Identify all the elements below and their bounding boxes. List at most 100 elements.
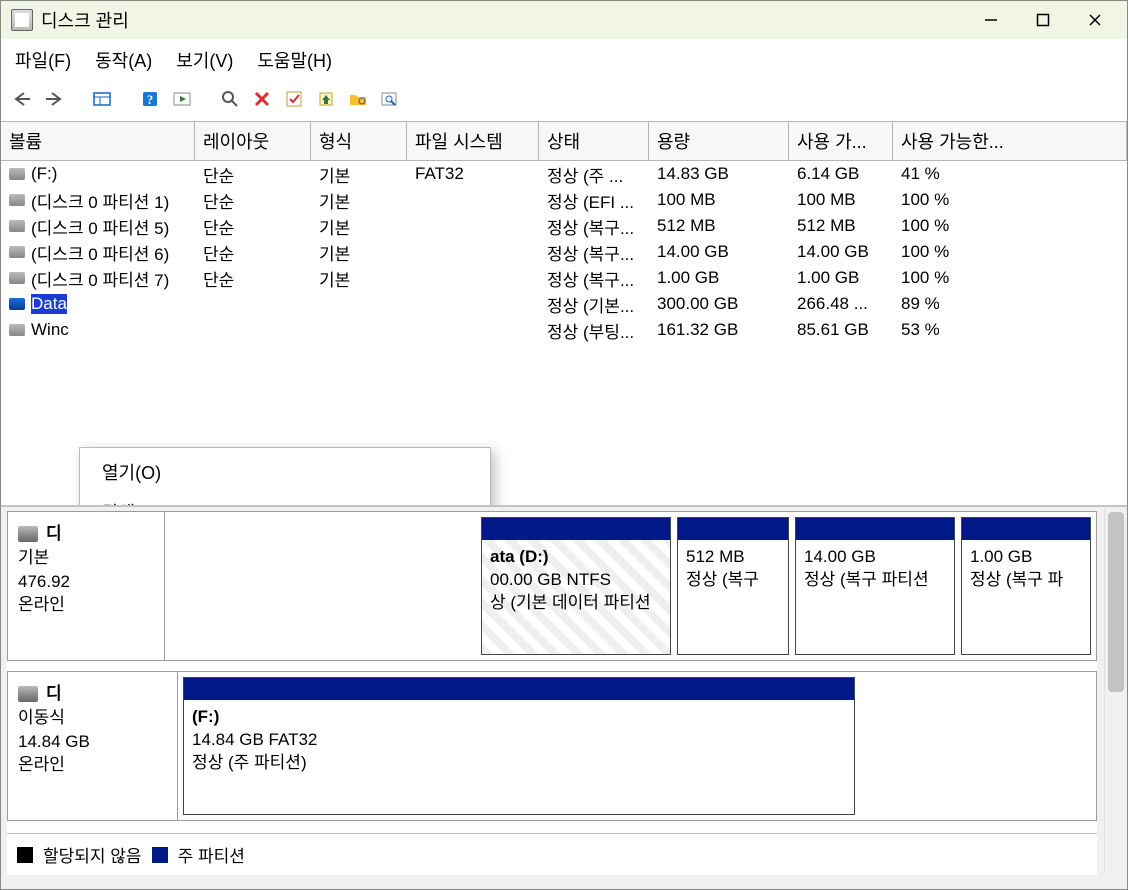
volume-free: 85.61 GB <box>789 320 893 340</box>
volume-row[interactable]: (디스크 0 파티션 7)단순기본정상 (복구...1.00 GB1.00 GB… <box>1 265 1127 291</box>
col-status[interactable]: 상태 <box>539 122 649 160</box>
partition-status: 정상 (복구 파티션 <box>804 569 946 592</box>
volume-type: 기본 <box>311 162 407 187</box>
zoom-icon[interactable] <box>377 86 403 112</box>
disk-1-type: 이동식 <box>18 706 167 730</box>
search-icon[interactable] <box>217 86 243 112</box>
volume-name: (F:) <box>31 164 57 184</box>
volume-status: 정상 (기본... <box>539 292 649 317</box>
partition-box[interactable]: 14.00 GB정상 (복구 파티션 <box>795 517 955 655</box>
back-icon[interactable] <box>9 86 35 112</box>
disk-0-type: 기본 <box>18 546 154 570</box>
drive-icon <box>9 272 25 284</box>
check-icon[interactable] <box>281 86 307 112</box>
volume-row[interactable]: Data정상 (기본...300.00 GB266.48 ...89 % <box>1 291 1127 317</box>
volume-type: 기본 <box>311 214 407 239</box>
partition-size: 512 MB <box>686 546 780 569</box>
volume-pct: 53 % <box>893 320 1127 340</box>
col-type[interactable]: 형식 <box>311 122 407 160</box>
col-volume[interactable]: 볼륨 <box>1 122 195 160</box>
disk-icon <box>18 686 38 702</box>
up-icon[interactable] <box>313 86 339 112</box>
volume-layout: 단순 <box>195 214 311 239</box>
disk-0-size: 476.92 <box>18 570 154 594</box>
vertical-scrollbar[interactable] <box>1104 508 1126 874</box>
volume-capacity: 161.32 GB <box>649 320 789 340</box>
folder-search-icon[interactable] <box>345 86 371 112</box>
volume-row[interactable]: (디스크 0 파티션 6)단순기본정상 (복구...14.00 GB14.00 … <box>1 239 1127 265</box>
volume-type: 기본 <box>311 266 407 291</box>
col-layout[interactable]: 레이아웃 <box>195 122 311 160</box>
volume-fs: FAT32 <box>407 164 539 184</box>
disk-1-size: 14.84 GB <box>18 730 167 754</box>
disk-1-header: 디 <box>46 682 62 706</box>
svg-text:?: ? <box>147 92 154 107</box>
volume-capacity: 14.83 GB <box>649 164 789 184</box>
volume-free: 512 MB <box>789 216 893 236</box>
legend-unallocated-swatch <box>17 847 33 863</box>
partition-box[interactable]: (F:)14.84 GB FAT32정상 (주 파티션) <box>183 677 855 815</box>
volume-capacity: 1.00 GB <box>649 268 789 288</box>
volume-row[interactable]: (디스크 0 파티션 5)단순기본정상 (복구...512 MB512 MB10… <box>1 213 1127 239</box>
partition-title: (F:) <box>192 706 846 729</box>
toolbar: ? <box>1 82 1127 121</box>
window-icon[interactable] <box>89 86 115 112</box>
partition-bar <box>678 518 788 540</box>
volume-status: 정상 (복구... <box>539 214 649 239</box>
menu-view[interactable]: 보기(V) <box>176 47 233 73</box>
col-freespace[interactable]: 사용 가... <box>789 122 893 160</box>
disk-1-info: 디 이동식 14.84 GB 온라인 <box>8 672 178 820</box>
ctx-explore[interactable]: 탐색(E) <box>80 494 490 505</box>
col-fs[interactable]: 파일 시스템 <box>407 122 539 160</box>
col-freepct[interactable]: 사용 가능한... <box>893 122 1127 160</box>
volume-layout: 단순 <box>195 240 311 265</box>
partition-status: 정상 (주 파티션) <box>192 752 846 775</box>
volume-pct: 89 % <box>893 294 1127 314</box>
volume-row[interactable]: (F:)단순기본FAT32정상 (주 ...14.83 GB6.14 GB41 … <box>1 161 1127 187</box>
volume-status: 정상 (EFI ... <box>539 188 649 213</box>
disk-0-status: 온라인 <box>18 593 154 617</box>
partition-box[interactable]: ata (D:)00.00 GB NTFS상 (기본 데이터 파티션 <box>481 517 671 655</box>
disk-row-0: 디 기본 476.92 온라인 ata (D:)00.00 GB NTFS상 (… <box>7 511 1097 661</box>
menu-action[interactable]: 동작(A) <box>95 47 152 73</box>
ctx-open[interactable]: 열기(O) <box>80 454 490 494</box>
volume-free: 1.00 GB <box>789 268 893 288</box>
volume-name: Winc <box>31 320 69 340</box>
partition-box[interactable]: 512 MB정상 (복구 <box>677 517 789 655</box>
partition-box[interactable]: 1.00 GB정상 (복구 파 <box>961 517 1091 655</box>
disk-0-header: 디 <box>46 522 62 546</box>
context-menu: 열기(O) 탐색(E) 파티션을 활성 파티션으로 표시(M) 드라이브 문자 … <box>79 447 491 505</box>
menubar: 파일(F) 동작(A) 보기(V) 도움말(H) <box>1 39 1127 82</box>
volume-status: 정상 (복구... <box>539 266 649 291</box>
close-button[interactable] <box>1069 2 1121 38</box>
forward-icon[interactable] <box>41 86 67 112</box>
volume-name: (디스크 0 파티션 5) <box>31 214 169 239</box>
menu-file[interactable]: 파일(F) <box>15 47 71 73</box>
volume-status: 정상 (복구... <box>539 240 649 265</box>
legend-primary-label: 주 파티션 <box>178 842 245 867</box>
play-icon[interactable] <box>169 86 195 112</box>
legend-primary-swatch <box>152 847 168 863</box>
volume-layout: 단순 <box>195 162 311 187</box>
app-icon <box>11 9 33 31</box>
partition-size: 00.00 GB NTFS <box>490 569 662 592</box>
maximize-button[interactable] <box>1017 2 1069 38</box>
volume-capacity: 14.00 GB <box>649 242 789 262</box>
volume-row[interactable]: Winc정상 (부팅...161.32 GB85.61 GB53 % <box>1 317 1127 343</box>
drive-icon <box>9 246 25 258</box>
info-icon[interactable]: ? <box>137 86 163 112</box>
col-capacity[interactable]: 용량 <box>649 122 789 160</box>
partition-bar <box>796 518 954 540</box>
menu-help[interactable]: 도움말(H) <box>257 47 332 73</box>
partition-bar <box>184 678 854 700</box>
volume-status: 정상 (주 ... <box>539 162 649 187</box>
volume-row[interactable]: (디스크 0 파티션 1)단순기본정상 (EFI ...100 MB100 MB… <box>1 187 1127 213</box>
volume-type: 기본 <box>311 188 407 213</box>
disk-row-1: 디 이동식 14.84 GB 온라인 (F:)14.84 GB FAT32정상 … <box>7 671 1097 821</box>
delete-icon[interactable] <box>249 86 275 112</box>
partition-size: 14.00 GB <box>804 546 946 569</box>
volume-name: Data <box>31 294 67 314</box>
minimize-button[interactable] <box>965 2 1017 38</box>
volume-free: 266.48 ... <box>789 294 893 314</box>
volume-list: (F:)단순기본FAT32정상 (주 ...14.83 GB6.14 GB41 … <box>1 161 1127 505</box>
